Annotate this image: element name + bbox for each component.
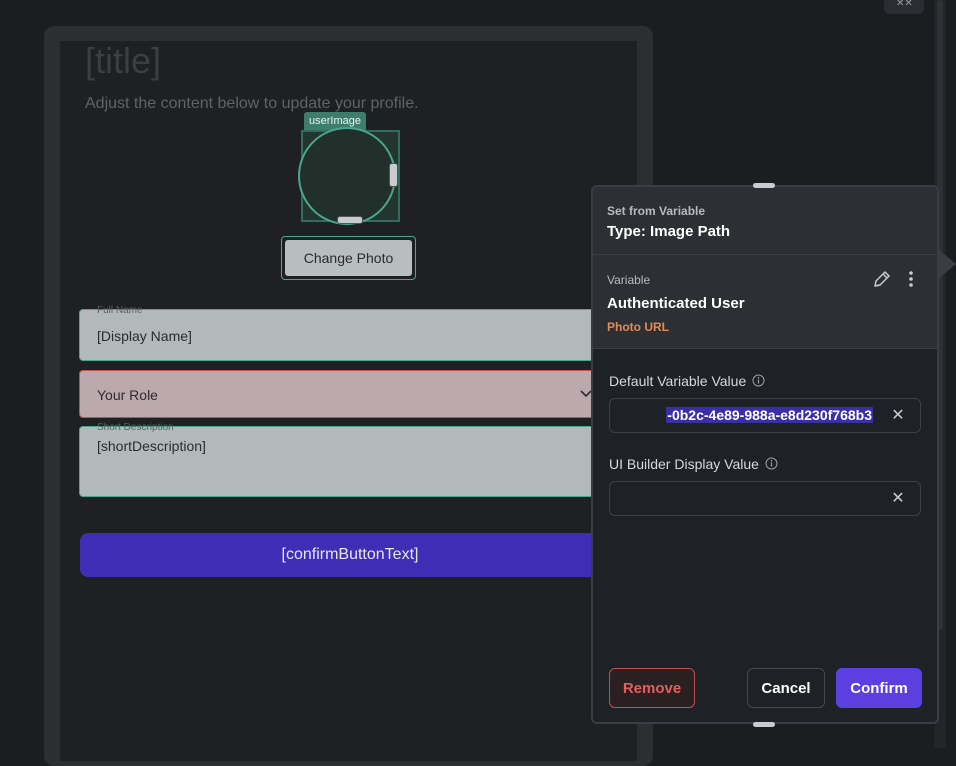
default-value-input[interactable]: -0b2c-4e89-988a-e8d230f768b3 ✕	[609, 398, 921, 433]
ui-builder-value-label-text: UI Builder Display Value	[609, 456, 759, 472]
panel-resize-handle-bottom[interactable]	[753, 722, 775, 727]
variable-property: Photo URL	[607, 320, 669, 334]
type-label: Type: Image Path	[607, 223, 731, 240]
panel-pointer	[939, 250, 956, 278]
toolbar-icon: ✕✕	[896, 0, 913, 9]
info-icon[interactable]	[765, 457, 778, 473]
ui-builder-value-input[interactable]: ✕	[609, 481, 921, 516]
full-name-value: [Display Name]	[97, 328, 192, 344]
default-value-label: Default Variable Value	[609, 373, 765, 390]
full-name-field[interactable]: Full Name [Display Name]	[79, 305, 619, 361]
edit-pencil-icon[interactable]	[871, 268, 893, 290]
resize-handle-bottom[interactable]	[337, 216, 363, 224]
page-subtitle[interactable]: Adjust the content below to update your …	[85, 95, 419, 113]
change-photo-label: Change Photo	[285, 240, 412, 276]
info-icon[interactable]	[752, 374, 765, 390]
confirm-button[interactable]: Confirm	[836, 668, 922, 708]
default-value-selection: -0b2c-4e89-988a-e8d230f768b3	[666, 407, 873, 423]
resize-handle-right[interactable]	[389, 163, 398, 187]
role-select-value: Your Role	[97, 387, 158, 403]
change-photo-button[interactable]: Change Photo	[281, 236, 416, 280]
user-image-avatar[interactable]	[298, 127, 396, 225]
role-select[interactable]: Your Role	[79, 370, 619, 418]
set-from-variable-label: Set from Variable	[607, 204, 706, 218]
toolbar-icon-button[interactable]: ✕✕	[884, 0, 924, 14]
ui-builder-value-label: UI Builder Display Value	[609, 456, 778, 473]
variable-popover: Set from Variable Type: Image Path Varia…	[591, 185, 939, 724]
panel-resize-handle-top[interactable]	[753, 183, 775, 188]
remove-button[interactable]: Remove	[609, 668, 695, 708]
confirm-main-button[interactable]: [confirmButtonText]	[80, 533, 620, 577]
more-vertical-icon[interactable]	[901, 268, 921, 290]
ui-builder-value-text	[628, 490, 873, 508]
variable-section: Variable Authenticated User Photo URL	[593, 255, 937, 349]
default-value-label-text: Default Variable Value	[609, 373, 747, 389]
page-title[interactable]: [title]	[85, 40, 161, 82]
cancel-button[interactable]: Cancel	[747, 668, 825, 708]
clear-x-icon[interactable]: ✕	[888, 406, 908, 426]
popover-header: Set from Variable Type: Image Path	[593, 187, 937, 255]
variable-name: Authenticated User	[607, 295, 745, 312]
variable-label: Variable	[607, 273, 651, 287]
short-description-value: [shortDescription]	[97, 438, 206, 454]
short-description-label: Short Description	[97, 422, 174, 433]
default-value-text: -0b2c-4e89-988a-e8d230f768b3	[628, 407, 873, 425]
clear-x-icon[interactable]: ✕	[888, 489, 908, 509]
full-name-label: Full Name	[97, 305, 143, 316]
short-description-field[interactable]: Short Description [shortDescription]	[79, 422, 619, 497]
